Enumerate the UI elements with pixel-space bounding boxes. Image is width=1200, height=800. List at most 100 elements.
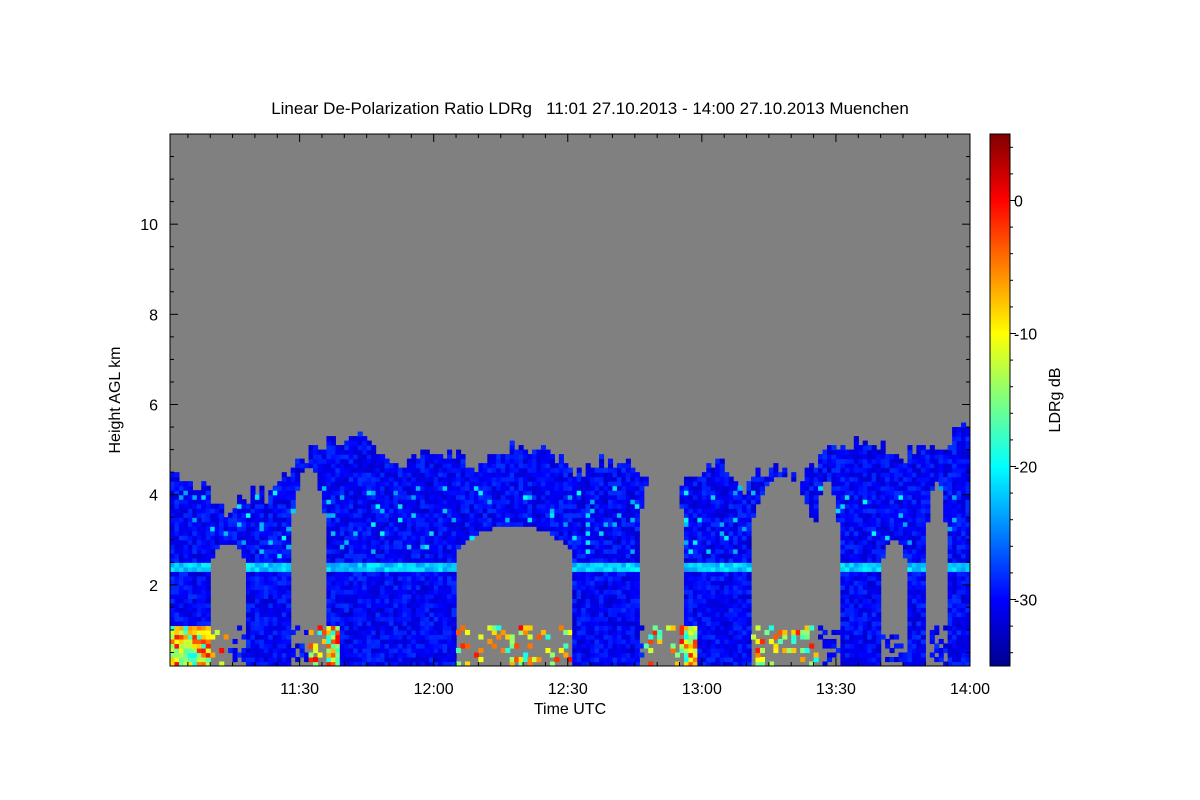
heatmap-cell	[576, 467, 582, 473]
heatmap-cell	[527, 476, 533, 482]
heatmap-cell	[491, 521, 497, 527]
heatmap-cell	[429, 647, 435, 654]
heatmap-cell	[706, 575, 712, 581]
heatmap-cell	[433, 643, 439, 649]
heatmap-cell	[683, 553, 690, 559]
heatmap-cell	[840, 449, 846, 455]
heatmap-cell	[701, 607, 707, 613]
heatmap-cell	[201, 638, 207, 645]
heatmap-cell	[295, 625, 301, 631]
heatmap-cell	[424, 454, 430, 460]
heatmap-cell	[518, 499, 524, 505]
heatmap-cell	[885, 535, 891, 541]
heatmap-cell	[438, 490, 444, 496]
heatmap-cell	[514, 643, 520, 649]
heatmap-cell	[549, 472, 555, 478]
heatmap-cell	[326, 643, 332, 649]
heatmap-cell	[375, 571, 381, 577]
heatmap-cell	[728, 611, 734, 618]
heatmap-cell	[907, 575, 913, 581]
heatmap-cell	[357, 440, 363, 446]
heatmap-cell	[375, 499, 381, 505]
heatmap-cell	[424, 643, 430, 649]
heatmap-cell	[263, 503, 269, 509]
heatmap-cell	[192, 539, 198, 545]
heatmap-cell	[451, 499, 457, 505]
heatmap-cell	[706, 494, 712, 500]
heatmap-cell	[178, 508, 185, 514]
heatmap-cell	[853, 553, 859, 559]
heatmap-cell	[353, 440, 359, 446]
heatmap-cell	[728, 652, 734, 658]
heatmap-cell	[701, 485, 707, 491]
heatmap-cell	[393, 638, 399, 645]
heatmap-cell	[581, 535, 587, 541]
heatmap-cell	[415, 535, 421, 541]
heatmap-cell	[286, 602, 292, 608]
heatmap-cell	[907, 553, 913, 559]
heatmap-cell	[339, 539, 345, 545]
heatmap-cell	[456, 449, 462, 455]
heatmap-cell	[701, 562, 707, 568]
heatmap-cell	[826, 458, 833, 464]
heatmap-cell	[581, 562, 587, 568]
heatmap-cell	[330, 485, 336, 491]
heatmap-cell	[196, 553, 202, 559]
heatmap-cell	[473, 512, 479, 518]
heatmap-cell	[719, 553, 725, 559]
heatmap-cell	[339, 508, 345, 514]
heatmap-cell	[183, 548, 189, 554]
heatmap-cell	[505, 467, 511, 473]
heatmap-cell	[514, 449, 520, 455]
heatmap-cell	[187, 580, 193, 586]
heatmap-cell	[384, 481, 390, 487]
heatmap-cell	[277, 485, 283, 491]
heatmap-cell	[192, 503, 198, 509]
heatmap-cell	[773, 643, 779, 649]
heatmap-cell	[585, 472, 591, 478]
heatmap-cell	[616, 602, 622, 608]
heatmap-cell	[616, 580, 622, 586]
heatmap-cell	[344, 535, 350, 541]
heatmap-cell	[688, 503, 694, 509]
heatmap-cell	[862, 440, 868, 446]
heatmap-cell	[590, 548, 596, 554]
heatmap-cell	[590, 575, 596, 581]
heatmap-cell	[366, 557, 372, 563]
heatmap-cell	[871, 607, 877, 613]
heatmap-cell	[710, 530, 716, 536]
heatmap-cell	[616, 499, 622, 505]
heatmap-cell	[724, 535, 730, 541]
heatmap-cell	[505, 647, 511, 654]
heatmap-cell	[576, 526, 582, 532]
heatmap-cell	[688, 593, 694, 599]
heatmap-cell	[616, 634, 622, 640]
heatmap-cell	[183, 634, 189, 640]
heatmap-cell	[567, 467, 573, 473]
heatmap-cell	[201, 526, 207, 532]
heatmap-cell	[344, 611, 350, 618]
heatmap-cell	[375, 526, 381, 532]
heatmap-cell	[335, 593, 341, 599]
heatmap-cell	[286, 548, 292, 554]
heatmap-cell	[362, 557, 368, 563]
heatmap-cell	[585, 562, 591, 568]
heatmap-cell	[630, 517, 636, 523]
heatmap-cell	[885, 638, 891, 645]
heatmap-cell	[281, 593, 287, 599]
heatmap-cell	[876, 463, 882, 469]
heatmap-cell	[380, 503, 386, 509]
heatmap-cell	[259, 553, 265, 559]
heatmap-cell	[326, 557, 332, 563]
heatmap-cell	[362, 490, 368, 496]
heatmap-cell	[590, 620, 596, 627]
heatmap-cell	[393, 481, 399, 487]
heatmap-cell	[607, 526, 614, 532]
heatmap-cell	[420, 607, 426, 613]
heatmap-cell	[237, 517, 243, 523]
heatmap-cell	[621, 526, 627, 532]
heatmap-cell	[460, 508, 466, 514]
heatmap-cell	[679, 499, 685, 505]
heatmap-cell	[885, 643, 891, 649]
heatmap-cell	[549, 508, 555, 514]
